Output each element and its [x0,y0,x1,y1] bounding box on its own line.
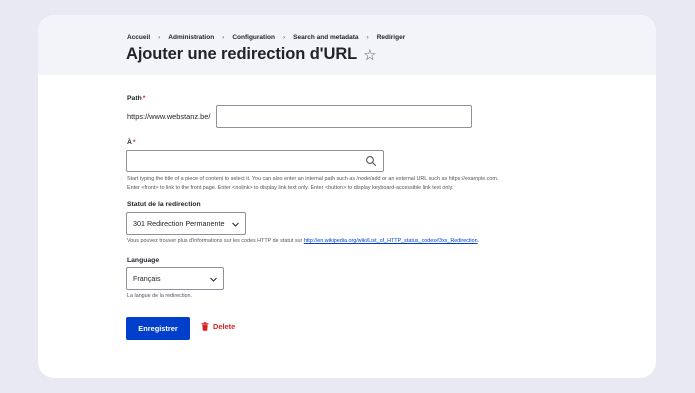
to-input[interactable] [126,150,384,172]
page-title: Ajouter une redirection d'URL [126,45,358,63]
http-status-codes-link[interactable]: http://en.wikipedia.org/wiki/List_of_HTT… [304,238,478,244]
breadcrumb-item-rediriger[interactable]: Rediriger [377,34,406,41]
main-card: Accueil › Administration › Configuration… [38,15,656,378]
status-selected-value: 301 Redirection Permanente [133,219,225,228]
status-label: Statut de la redirection [127,201,201,208]
language-select[interactable]: Français [126,267,224,290]
page-header: Accueil › Administration › Configuration… [38,15,656,75]
required-marker: * [132,139,136,146]
breadcrumb-separator-icon: › [158,34,161,41]
to-description-line-2: Enter <front> to link to the front page.… [127,185,454,191]
required-marker: * [142,95,146,102]
language-selected-value: Français [133,274,161,283]
breadcrumb-item-search-and-metadata[interactable]: Search and metadata [293,34,358,41]
language-label: Language [127,257,160,264]
breadcrumb-separator-icon: › [222,34,225,41]
breadcrumb: Accueil › Administration › Configuration… [127,34,405,41]
to-label-text: À [127,139,132,146]
star-icon[interactable]: ☆ [363,46,376,64]
breadcrumb-separator-icon: › [366,34,369,41]
language-description: La langue de la redirection. [127,293,193,299]
to-label: À* [127,139,136,146]
breadcrumb-item-accueil[interactable]: Accueil [127,34,150,41]
chevron-down-icon [210,277,217,282]
breadcrumb-item-configuration[interactable]: Configuration [232,34,275,41]
save-button[interactable]: Enregistrer [126,317,190,340]
to-description-line-1: Start typing the title of a piece of con… [127,176,499,182]
path-label-text: Path [127,95,142,102]
status-description: Vous pouvez trouver plus d'informations … [127,237,479,246]
delete-button[interactable]: Delete [201,322,235,331]
status-description-suffix: . [477,238,480,244]
chevron-down-icon [232,222,239,227]
page-title-row: Ajouter une redirection d'URL ☆ [126,45,377,64]
status-select[interactable]: 301 Redirection Permanente [126,212,246,235]
path-input[interactable] [216,105,472,128]
breadcrumb-separator-icon: › [282,34,286,41]
to-description: Start typing the title of a piece of con… [127,175,498,193]
path-prefix: https://www.webstanz.be/ [127,112,211,121]
status-description-text: Vous pouvez trouver plus d'informations … [127,238,304,244]
search-icon [366,156,377,167]
breadcrumb-item-administration[interactable]: Administration [168,34,214,41]
delete-label: Delete [213,322,236,331]
path-label: Path* [127,95,145,102]
trash-icon [201,322,209,331]
